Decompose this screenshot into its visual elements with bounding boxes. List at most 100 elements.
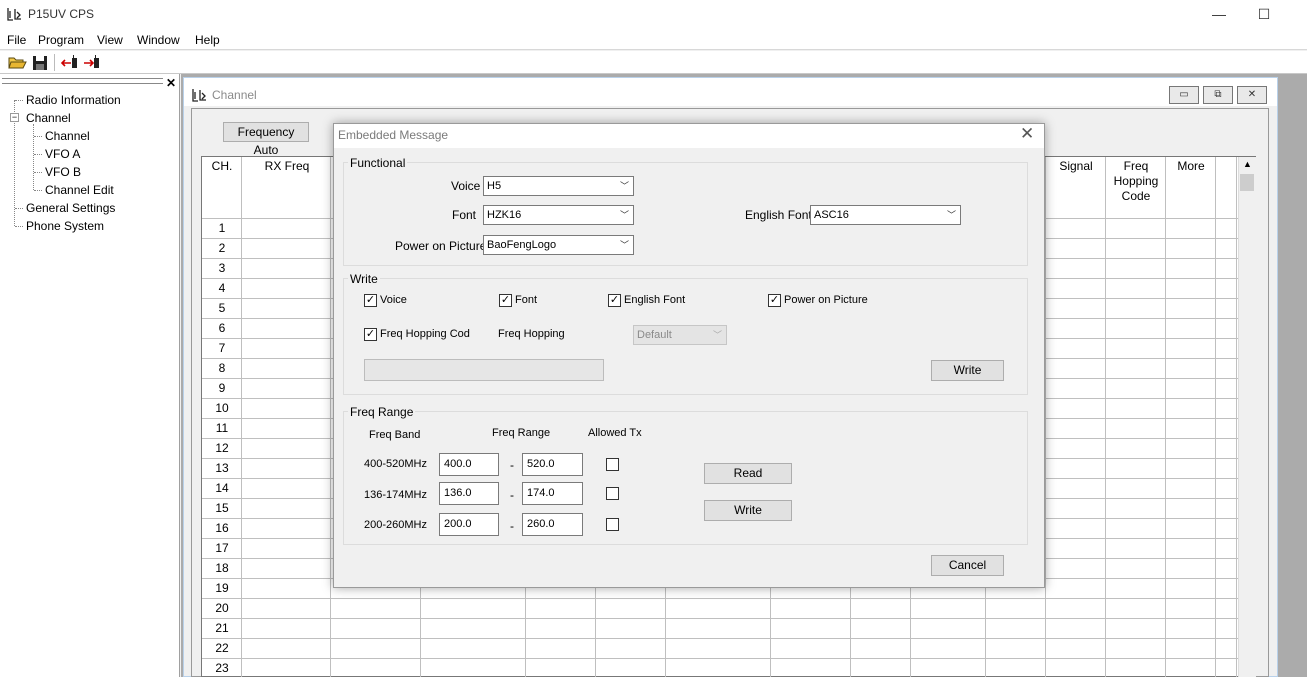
row-number[interactable]: 22: [202, 641, 242, 655]
row-number[interactable]: 14: [202, 481, 242, 495]
row-number[interactable]: 15: [202, 501, 242, 515]
scroll-up-icon[interactable]: ▲: [1243, 159, 1252, 169]
tree-item-channel[interactable]: Channel: [26, 111, 71, 125]
write-embedded-button[interactable]: Write: [931, 360, 1004, 381]
row-number[interactable]: 8: [202, 361, 242, 375]
dialog-close-icon[interactable]: ✕: [1020, 124, 1034, 144]
row-number[interactable]: 16: [202, 521, 242, 535]
range-low-input[interactable]: 400.0: [439, 453, 499, 476]
range-dash: -: [510, 519, 514, 533]
scrollbar-thumb[interactable]: [1240, 174, 1254, 191]
english-font-value: ASC16: [814, 209, 849, 221]
allowed-tx-checkbox[interactable]: [606, 518, 619, 531]
allowed-tx-header: Allowed Tx: [588, 427, 642, 439]
functional-group-label: Functional: [348, 156, 408, 170]
read-from-radio-icon[interactable]: [60, 53, 80, 72]
range-high-input[interactable]: 520.0: [522, 453, 583, 476]
minimize-button[interactable]: —: [1204, 4, 1234, 26]
tree-item-channel-sub[interactable]: Channel: [45, 129, 90, 143]
english-font-checkbox[interactable]: ✓: [608, 294, 621, 307]
freq-hopping-code-label: Freq Hopping Code: [380, 328, 470, 340]
tree-item-phone-system[interactable]: Phone System: [26, 219, 104, 233]
close-icon[interactable]: ✕: [166, 76, 176, 90]
row-number[interactable]: 20: [202, 601, 242, 615]
tree-item-channel-edit[interactable]: Channel Edit: [45, 183, 114, 197]
english-font-label: English Font: [745, 208, 812, 222]
column-header-more[interactable]: More: [1166, 159, 1216, 173]
write-range-button[interactable]: Write: [704, 500, 792, 521]
voice-select[interactable]: H5 ﹀: [483, 176, 634, 196]
voice-label: Voice: [451, 179, 481, 193]
read-button[interactable]: Read: [704, 463, 792, 484]
row-number[interactable]: 21: [202, 621, 242, 635]
range-high-input[interactable]: 260.0: [522, 513, 583, 536]
tree-item-vfo-a[interactable]: VFO A: [45, 147, 80, 161]
english-font-checkbox-label: English Font: [624, 294, 686, 306]
row-number[interactable]: 11: [202, 421, 242, 435]
range-low-input[interactable]: 136.0: [439, 482, 499, 505]
menu-file[interactable]: File: [7, 33, 26, 47]
mdi-close-button[interactable]: ✕: [1237, 86, 1267, 104]
row-number[interactable]: 7: [202, 341, 242, 355]
row-number[interactable]: 10: [202, 401, 242, 415]
range-low-input[interactable]: 200.0: [439, 513, 499, 536]
row-number[interactable]: 4: [202, 281, 242, 295]
save-icon[interactable]: [30, 53, 50, 72]
english-font-select[interactable]: ASC16 ﹀: [810, 205, 961, 225]
column-header-signal[interactable]: Signal: [1046, 159, 1106, 173]
chevron-down-icon: ﹀: [619, 240, 629, 250]
row-number[interactable]: 23: [202, 661, 242, 675]
app-icon: [7, 8, 21, 21]
tree-item-general-settings[interactable]: General Settings: [26, 201, 115, 215]
font-select[interactable]: HZK16 ﹀: [483, 205, 634, 225]
mdi-minimize-button[interactable]: ▭: [1169, 86, 1199, 104]
row-number[interactable]: 12: [202, 441, 242, 455]
voice-checkbox[interactable]: ✓: [364, 294, 377, 307]
menu-view[interactable]: View: [97, 33, 123, 47]
column-header-freq-hopping-code[interactable]: Freq Hopping Code: [1111, 159, 1161, 204]
mdi-restore-button[interactable]: ⧉: [1203, 86, 1233, 104]
tree-item-radio-information[interactable]: Radio Information: [26, 93, 121, 107]
row-number[interactable]: 13: [202, 461, 242, 475]
channel-title-bar: [184, 78, 1277, 106]
freq-hopping-code-checkbox[interactable]: ✓: [364, 328, 377, 341]
font-checkbox[interactable]: ✓: [499, 294, 512, 307]
tree-grip: [2, 78, 163, 84]
row-number[interactable]: 3: [202, 261, 242, 275]
font-value: HZK16: [487, 209, 522, 221]
write-to-radio-icon[interactable]: [82, 53, 102, 72]
grid-column-line: [1105, 157, 1106, 677]
row-number[interactable]: 9: [202, 381, 242, 395]
grid-column-line: [330, 157, 331, 677]
tree-line: [34, 154, 42, 155]
column-header-rx-freq[interactable]: RX Freq: [243, 159, 331, 173]
tree-line: [33, 124, 34, 190]
menu-window[interactable]: Window: [137, 33, 180, 47]
menu-program[interactable]: Program: [38, 33, 84, 47]
menu-help[interactable]: Help: [195, 33, 220, 47]
range-high-input[interactable]: 174.0: [522, 482, 583, 505]
column-header-ch[interactable]: CH.: [202, 159, 242, 173]
power-on-picture-checkbox[interactable]: ✓: [768, 294, 781, 307]
allowed-tx-checkbox[interactable]: [606, 487, 619, 500]
open-folder-icon[interactable]: [7, 53, 27, 72]
freq-hopping-select[interactable]: Default ﹀: [633, 325, 727, 345]
row-number[interactable]: 18: [202, 561, 242, 575]
app-title: P15UV CPS: [28, 7, 95, 21]
maximize-button[interactable]: ☐: [1249, 4, 1279, 26]
allowed-tx-checkbox[interactable]: [606, 458, 619, 471]
vertical-scrollbar[interactable]: [1238, 157, 1256, 677]
power-on-picture-select[interactable]: BaoFengLogo ﹀: [483, 235, 634, 255]
row-number[interactable]: 6: [202, 321, 242, 335]
power-on-picture-value: BaoFengLogo: [487, 239, 557, 251]
row-number[interactable]: 2: [202, 241, 242, 255]
row-number[interactable]: 1: [202, 221, 242, 235]
frequency-auto-button[interactable]: Frequency Auto: [223, 122, 309, 157]
tree-item-vfo-b[interactable]: VFO B: [45, 165, 81, 179]
cancel-button[interactable]: Cancel: [931, 555, 1004, 576]
row-number[interactable]: 5: [202, 301, 242, 315]
collapse-icon[interactable]: −: [10, 113, 19, 122]
row-number[interactable]: 17: [202, 541, 242, 555]
tree-line: [34, 190, 42, 191]
row-number[interactable]: 19: [202, 581, 242, 595]
